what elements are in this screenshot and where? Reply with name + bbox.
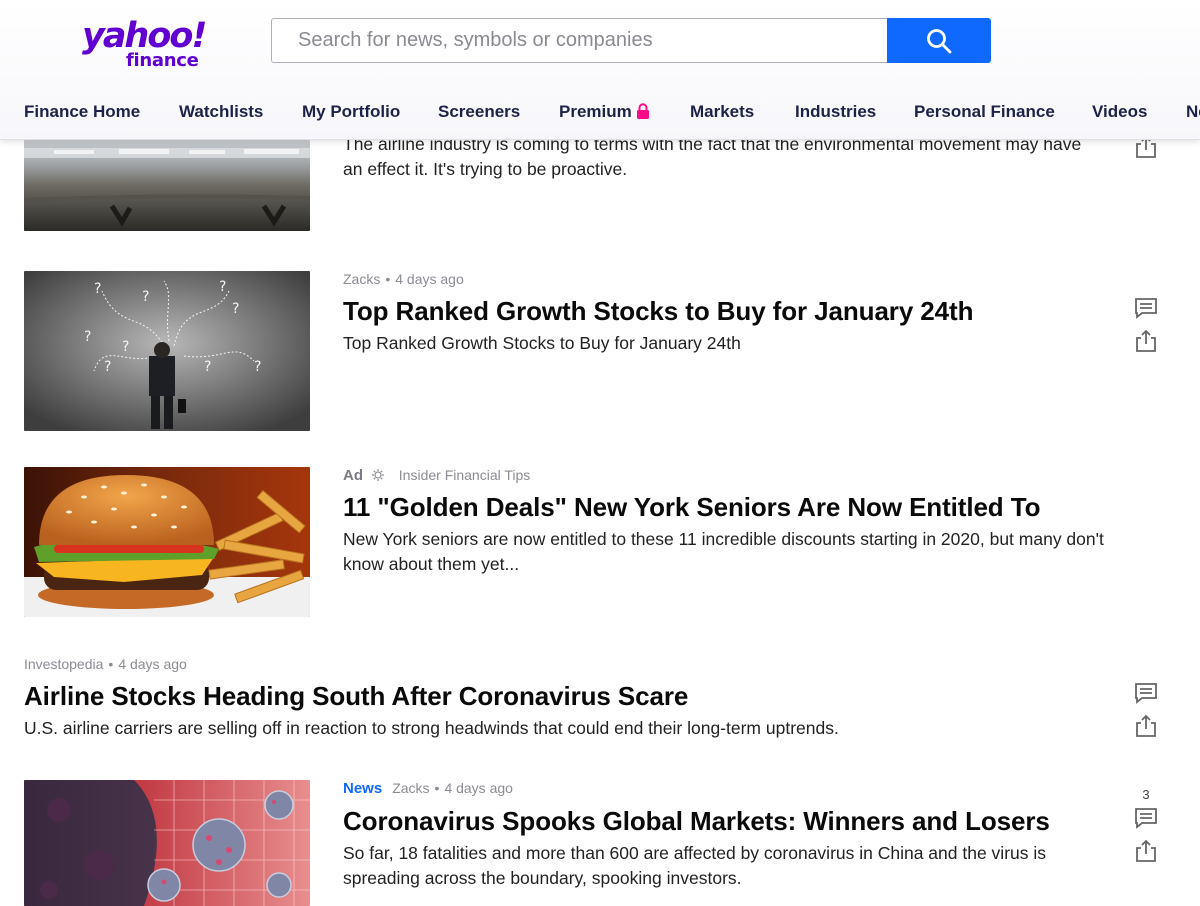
nav-watchlists[interactable]: Watchlists (179, 100, 263, 124)
adchoices-icon[interactable] (371, 468, 385, 486)
svg-text:?: ? (142, 289, 149, 305)
search-input[interactable] (271, 18, 888, 63)
story-summary: So far, 18 fatalities and more than 600 … (343, 843, 1047, 888)
search-button[interactable] (887, 18, 991, 63)
logo-sub: finance (126, 50, 199, 71)
ad-title[interactable]: 11 "Golden Deals" New York Seniors Are N… (343, 491, 1040, 523)
story-thumbnail-virus[interactable] (24, 780, 310, 906)
svg-text:?: ? (122, 339, 129, 355)
story-summary: Top Ranked Growth Stocks to Buy for Janu… (343, 333, 741, 353)
story-age: 4 days ago (395, 271, 464, 287)
news-feed: The airline industry is coming to terms … (0, 140, 1200, 906)
story-source: Zacks (343, 271, 381, 287)
ad-label: Ad (343, 467, 363, 484)
share-icon[interactable] (1133, 328, 1159, 354)
svg-text:?: ? (254, 359, 261, 375)
comment-icon[interactable] (1133, 295, 1159, 321)
comment-icon[interactable] (1133, 805, 1159, 831)
nav-premium-label: Premium (559, 102, 632, 121)
story-summary: U.S. airline carriers are selling off in… (24, 718, 839, 738)
nav-my-portfolio[interactable]: My Portfolio (302, 100, 400, 124)
main-nav: Finance Home Watchlists My Portfolio Scr… (0, 100, 1200, 126)
story-title[interactable]: Coronavirus Spooks Global Markets: Winne… (343, 805, 1050, 837)
svg-text:?: ? (219, 279, 226, 295)
nav-industries[interactable]: Industries (795, 100, 876, 124)
share-icon[interactable] (1133, 838, 1159, 864)
nav-personal-finance[interactable]: Personal Finance (914, 100, 1055, 124)
site-header: yahoo! finance Finance Home Watchlists M… (0, 0, 1200, 140)
nav-markets[interactable]: Markets (690, 100, 754, 124)
news-tag: News (343, 780, 383, 797)
share-icon[interactable] (1133, 713, 1159, 739)
svg-text:?: ? (104, 359, 111, 375)
story-meta: News Zacks • 4 days ago (343, 780, 513, 797)
story-age: 4 days ago (118, 656, 187, 672)
nav-news[interactable]: Ne (1186, 100, 1200, 124)
search-icon (927, 28, 952, 53)
nav-screeners[interactable]: Screeners (438, 100, 520, 124)
svg-text:?: ? (94, 281, 101, 297)
comment-count: 3 (1142, 787, 1150, 802)
lock-icon (636, 102, 650, 126)
story-source: Investopedia (24, 656, 104, 672)
story-source: Zacks (392, 780, 430, 796)
ad-thumbnail-burger[interactable] (24, 467, 310, 617)
story-thumbnail-airport[interactable] (24, 140, 310, 231)
yahoo-finance-logo[interactable]: yahoo! finance (82, 16, 212, 72)
ad-source: Insider Financial Tips (398, 467, 531, 483)
svg-text:?: ? (232, 301, 239, 317)
story-thumbnail-questions[interactable]: ??? ??? ??? (24, 271, 310, 431)
nav-premium[interactable]: Premium (559, 100, 650, 126)
svg-text:?: ? (84, 329, 91, 345)
nav-videos[interactable]: Videos (1092, 100, 1147, 124)
share-icon[interactable] (1133, 140, 1159, 160)
story-meta: Zacks • 4 days ago (343, 271, 464, 287)
story-title[interactable]: Airline Stocks Heading South After Coron… (24, 680, 688, 712)
ad-meta: Ad Insider Financial Tips (343, 466, 530, 486)
story-age: 4 days ago (444, 780, 513, 796)
story-title[interactable]: Top Ranked Growth Stocks to Buy for Janu… (343, 295, 973, 327)
svg-text:?: ? (204, 359, 211, 375)
story-meta: Investopedia • 4 days ago (24, 656, 187, 672)
comment-icon[interactable] (1133, 680, 1159, 706)
nav-finance-home[interactable]: Finance Home (24, 100, 140, 124)
story-summary: The airline industry is coming to terms … (343, 140, 1082, 179)
ad-summary: New York seniors are now entitled to the… (343, 529, 1104, 574)
